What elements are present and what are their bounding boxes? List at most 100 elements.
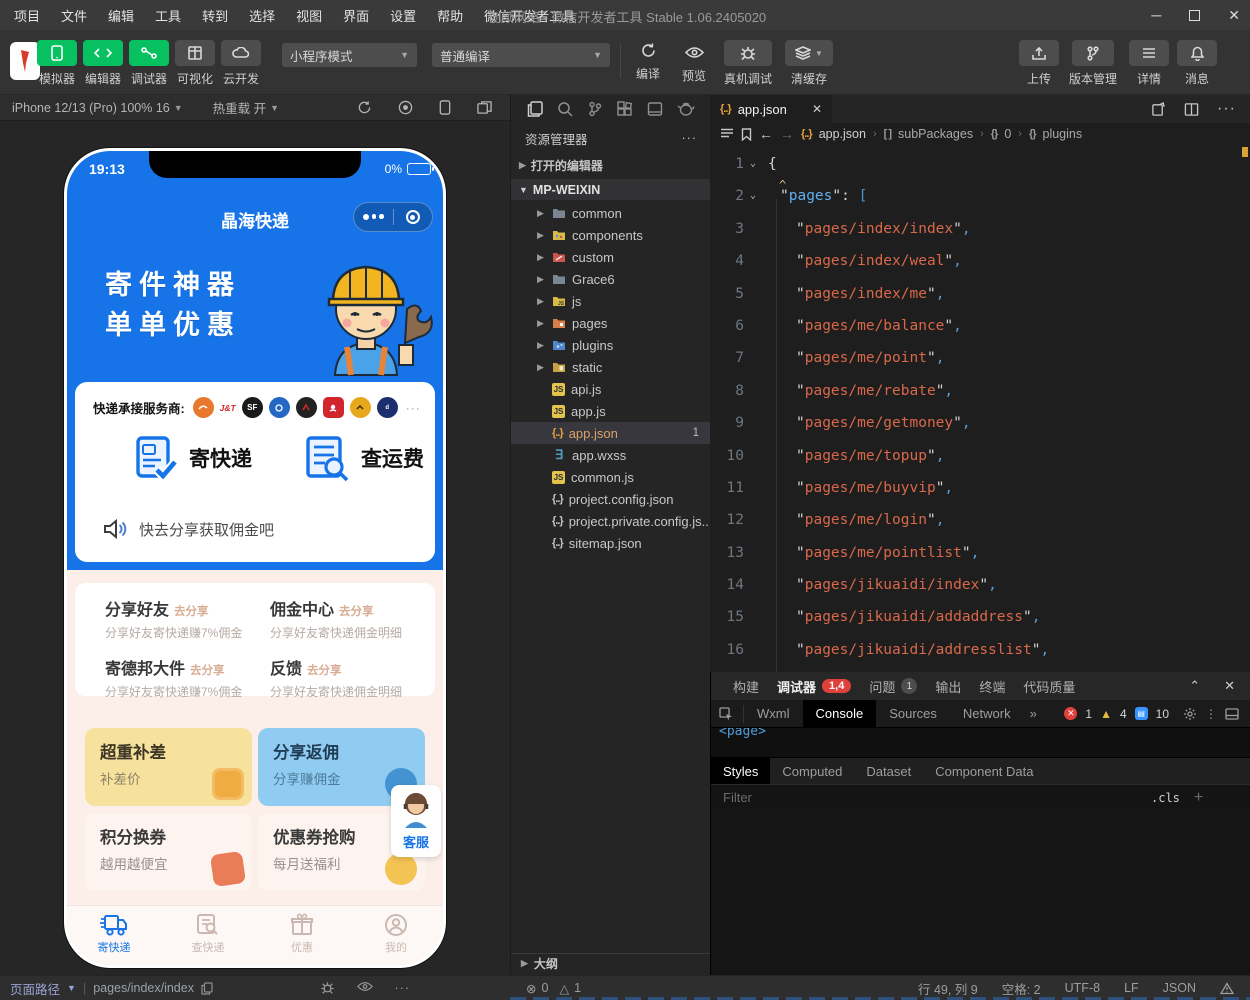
detail-button[interactable]: 详情 xyxy=(1126,40,1172,87)
breadcrumb-plugins[interactable]: plugins xyxy=(1043,127,1083,141)
tree-item-grace6[interactable]: ▶Grace6 xyxy=(511,268,711,290)
tree-item-components[interactable]: ▶components xyxy=(511,224,711,246)
close-icon[interactable]: ✕ xyxy=(1224,678,1235,694)
tree-item-custom[interactable]: ▶custom xyxy=(511,246,711,268)
simulator-button[interactable]: 模拟器 xyxy=(34,40,80,87)
version-button[interactable]: 版本管理 xyxy=(1064,40,1122,87)
styles-panel-tab[interactable]: Dataset xyxy=(854,758,923,785)
compile-mode-select[interactable]: 普通编译▼ xyxy=(432,43,610,67)
tab-terminal[interactable]: 终端 xyxy=(979,677,1005,696)
tree-item-app-js[interactable]: JSapp.js xyxy=(511,400,711,422)
debugger-button[interactable]: 调试器 xyxy=(126,40,172,87)
menu-item[interactable]: 帮助 xyxy=(437,6,463,25)
courier-more-icon[interactable]: ··· xyxy=(406,401,421,415)
more-icon[interactable]: ··· xyxy=(682,131,698,145)
breadcrumb-0[interactable]: 0 xyxy=(1004,127,1011,141)
visual-button[interactable]: 可视化 xyxy=(172,40,218,87)
fold-icon[interactable]: ⌄ xyxy=(744,148,762,180)
page-path-value[interactable]: pages/index/index xyxy=(93,981,194,995)
devtools-tab[interactable]: Console xyxy=(803,700,877,728)
menu-item[interactable]: 项目 xyxy=(14,6,40,25)
tree-item-js[interactable]: ▶JSjs xyxy=(511,290,711,312)
more-icon[interactable]: ··· xyxy=(395,981,411,995)
close-tab-icon[interactable]: ✕ xyxy=(812,102,822,116)
menu-item[interactable]: 视图 xyxy=(296,6,322,25)
inspect-element-icon[interactable] xyxy=(711,705,744,723)
plus-icon[interactable]: + xyxy=(1194,789,1203,807)
tab-mine[interactable]: 我的 xyxy=(349,906,443,965)
styles-panel-tab[interactable]: Component Data xyxy=(923,758,1045,785)
tree-item-pages[interactable]: ▶pages xyxy=(511,312,711,334)
forward-icon[interactable]: → xyxy=(780,126,794,142)
stop-icon[interactable] xyxy=(398,100,413,115)
minimize-icon[interactable]: ─ xyxy=(1151,8,1161,22)
tab-output[interactable]: 输出 xyxy=(935,677,961,696)
mode-select[interactable]: 小程序模式▼ xyxy=(282,43,417,67)
breadcrumb-file[interactable]: app.json xyxy=(819,127,866,141)
share-item[interactable]: 佣金中心去分享 分享好友寄快递佣金明细 xyxy=(270,596,415,641)
tab-send-express[interactable]: 寄快递 xyxy=(67,906,161,965)
dock-icon[interactable] xyxy=(1225,708,1239,720)
open-preview-icon[interactable] xyxy=(1151,102,1166,117)
capsule-menu[interactable] xyxy=(353,202,433,232)
source-control-icon[interactable] xyxy=(587,101,603,117)
device-select[interactable]: iPhone 12/13 (Pro) 100% 16 xyxy=(12,101,170,115)
styles-panel-tab[interactable]: Computed xyxy=(770,758,854,785)
warning-count[interactable]: 4 xyxy=(1120,707,1127,721)
tab-app-json[interactable]: {..} app.json ✕ xyxy=(710,95,832,123)
menu-item[interactable]: 编辑 xyxy=(108,6,134,25)
tree-item-api-js[interactable]: JSapi.js xyxy=(511,378,711,400)
files-icon[interactable] xyxy=(527,101,543,117)
maximize-icon[interactable] xyxy=(1189,10,1200,21)
outline-section[interactable]: ▶大纲 xyxy=(511,953,711,973)
share-item[interactable]: 反馈去分享 分享好友寄快递佣金明细 xyxy=(270,655,415,700)
teapot-icon[interactable] xyxy=(677,102,695,116)
menu-item[interactable]: 工具 xyxy=(155,6,181,25)
phone-frame-icon[interactable] xyxy=(439,100,451,115)
preview-button[interactable]: 预览 xyxy=(672,42,716,84)
chevron-down-icon[interactable]: ▼ xyxy=(67,983,76,993)
breadcrumb-subpackages[interactable]: subPackages xyxy=(898,127,973,141)
feedback-icon[interactable] xyxy=(1220,982,1234,995)
tab-query-express[interactable]: 查快递 xyxy=(161,906,255,965)
cursor-position[interactable]: 行 49, 列 9 xyxy=(918,979,978,998)
device-debug-button[interactable]: 真机调试 xyxy=(718,40,778,87)
tab-build[interactable]: 构建 xyxy=(733,677,759,696)
compile-button[interactable]: 编译 xyxy=(626,42,670,82)
tree-item-common-js[interactable]: JScommon.js xyxy=(511,466,711,488)
page-path-label[interactable]: 页面路径 xyxy=(10,979,60,998)
bookmark-icon[interactable] xyxy=(741,128,752,141)
editor-button[interactable]: 编辑器 xyxy=(80,40,126,87)
menu-item[interactable]: 界面 xyxy=(343,6,369,25)
hot-reload-toggle[interactable]: 热重载 开 xyxy=(213,98,266,117)
share-item[interactable]: 分享好友去分享 分享好友寄快递赚7%佣金 xyxy=(105,596,270,641)
close-icon[interactable]: ✕ xyxy=(1228,8,1240,22)
tree-item-static[interactable]: ▶static xyxy=(511,356,711,378)
send-express-button[interactable]: 寄快递 xyxy=(133,434,252,482)
clear-cache-button[interactable]: ▼ 清缓存 xyxy=(782,40,836,87)
fold-icon[interactable]: ⌄ xyxy=(744,180,762,212)
restart-icon[interactable] xyxy=(357,100,372,115)
kebab-icon[interactable]: ⋮ xyxy=(1205,707,1217,721)
language-mode[interactable]: JSON xyxy=(1163,981,1196,995)
info-count[interactable]: 10 xyxy=(1156,707,1169,721)
tab-problems[interactable]: 问题 xyxy=(869,677,895,696)
menu-item[interactable]: 设置 xyxy=(390,6,416,25)
gear-icon[interactable] xyxy=(1183,707,1197,721)
more-icon[interactable]: ··· xyxy=(1217,100,1236,118)
exit-icon[interactable] xyxy=(394,210,433,224)
devtools-tab[interactable]: Network xyxy=(950,700,1024,728)
split-editor-icon[interactable] xyxy=(1184,102,1199,117)
tree-item-sitemap[interactable]: {..}sitemap.json xyxy=(511,532,711,554)
tree-item-app-json[interactable]: {..}app.json1 xyxy=(511,422,711,444)
search-icon[interactable] xyxy=(557,101,573,117)
query-freight-button[interactable]: 查运费 xyxy=(303,434,424,482)
tab-code-quality[interactable]: 代码质量 xyxy=(1023,677,1075,696)
menu-item[interactable]: 文件 xyxy=(61,6,87,25)
promo-points-coupon[interactable]: 积分换券 越用越便宜 xyxy=(85,813,252,891)
tab-debugger[interactable]: 调试器 xyxy=(777,677,816,696)
devtools-tab[interactable]: Wxml xyxy=(744,700,803,728)
back-icon[interactable]: ← xyxy=(759,126,773,142)
tree-item-app-wxss[interactable]: ∃app.wxss xyxy=(511,444,711,466)
open-editors-section[interactable]: ▶打开的编辑器 xyxy=(511,155,711,176)
